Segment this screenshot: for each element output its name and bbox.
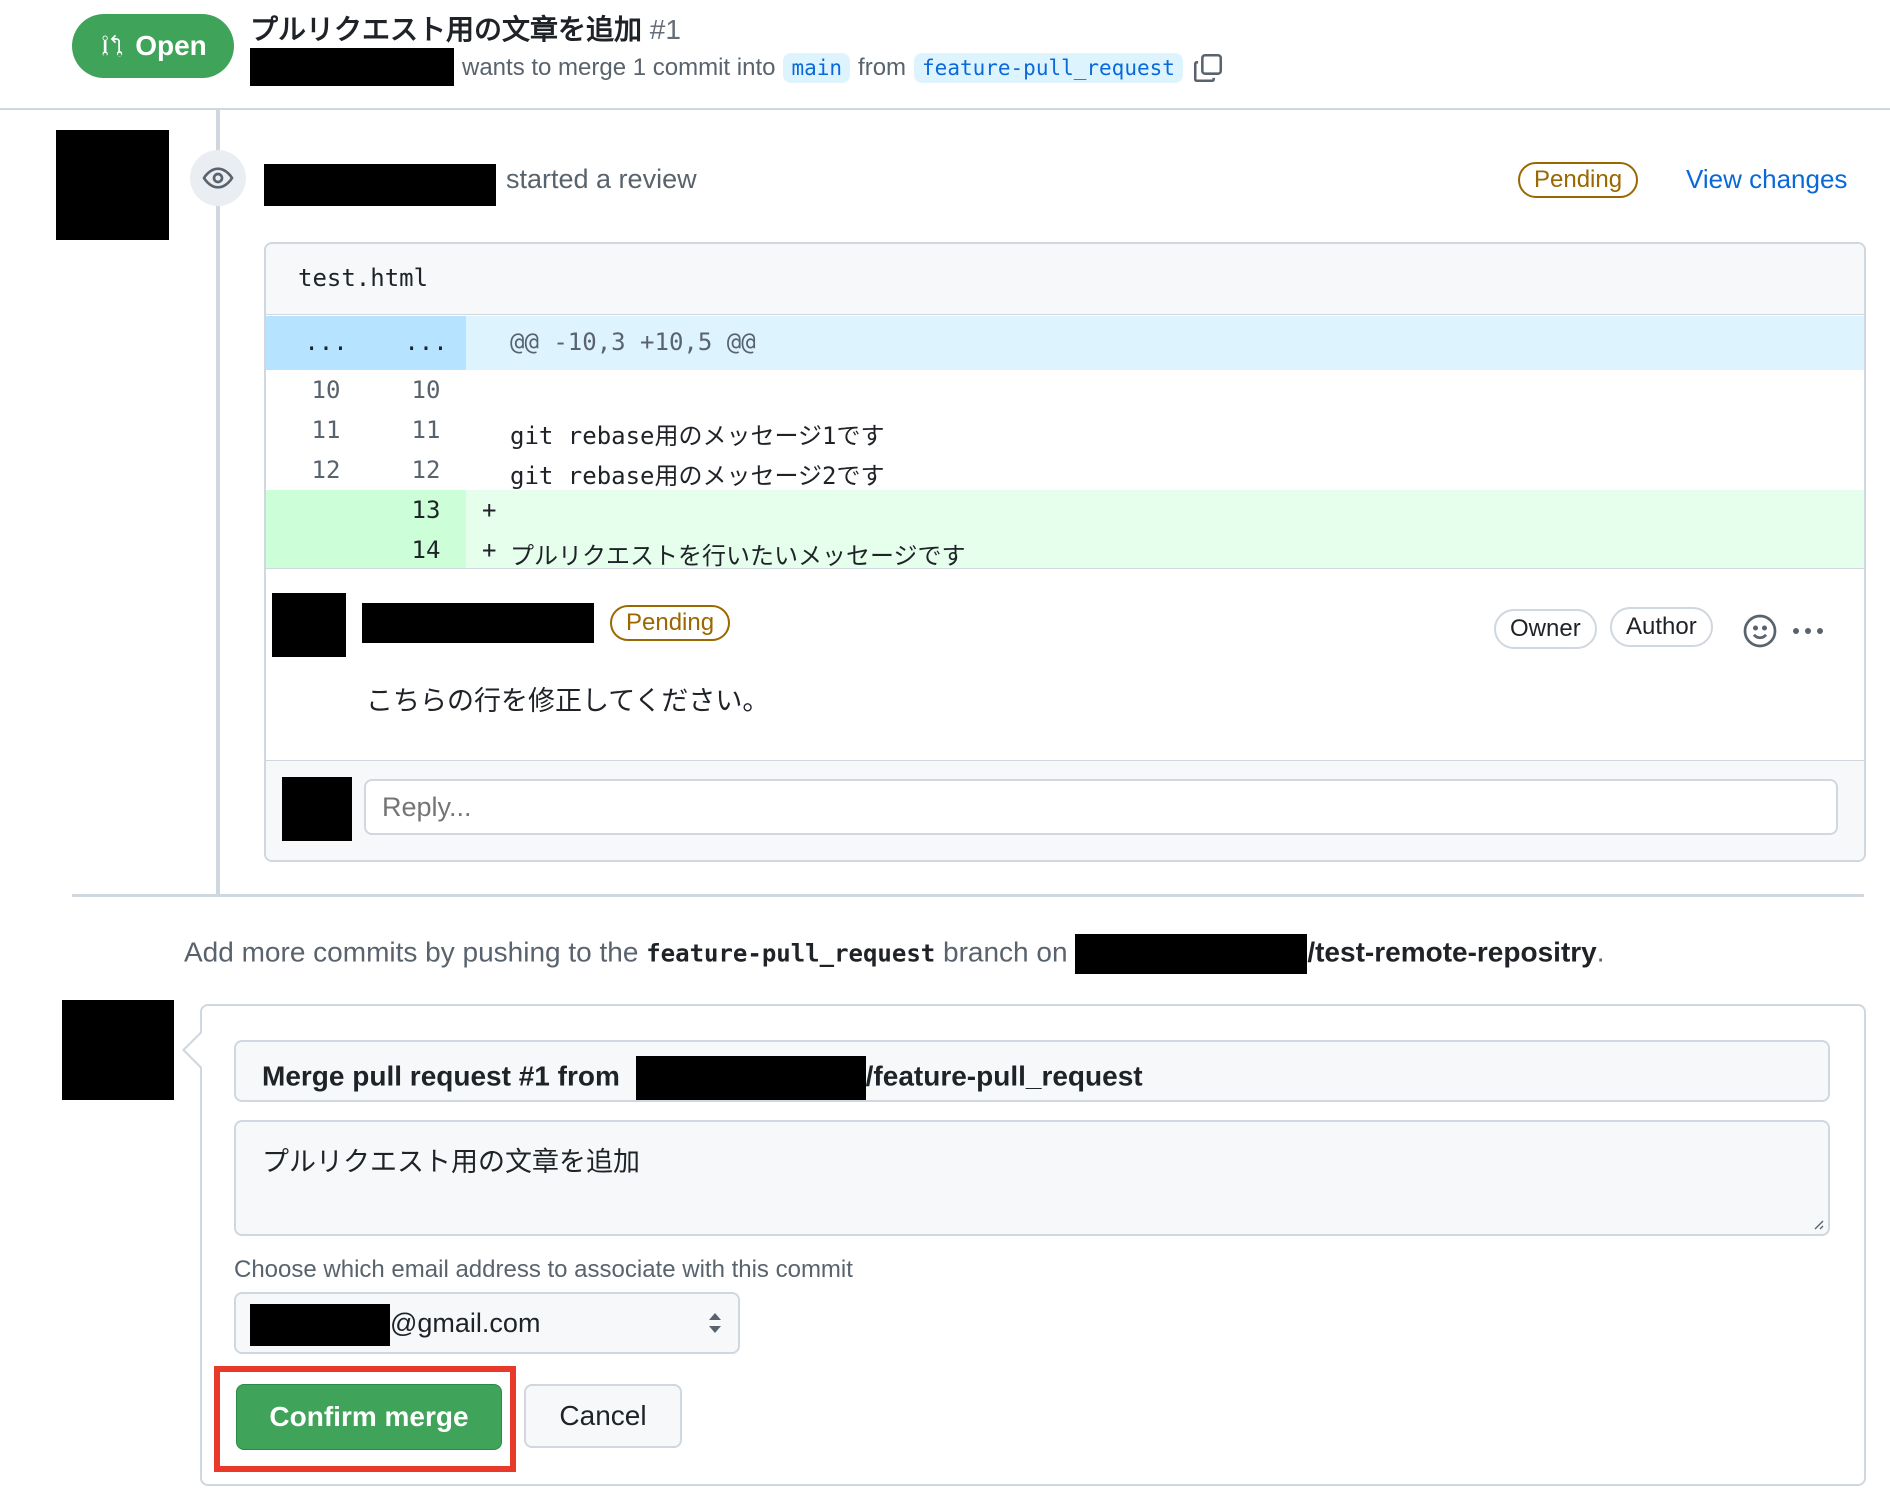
diff-line-added: 14 + プルリクエストを行いたいメッセージです — [266, 530, 1864, 570]
owner-chip: Owner — [1494, 609, 1597, 649]
line-code: プルリクエストを行いたいメッセージです — [510, 542, 966, 570]
new-line-number[interactable]: 11 — [396, 416, 456, 444]
merge-box-caret-inner — [185, 1032, 203, 1068]
merger-avatar[interactable] — [62, 1000, 174, 1100]
kebab-menu-icon[interactable] — [1790, 621, 1830, 641]
hunk-header-text: @@ -10,3 +10,5 @@ — [510, 328, 756, 356]
push-hint-repo[interactable]: /test-remote-repositry — [1307, 936, 1596, 967]
old-line-number[interactable]: 12 — [296, 456, 356, 484]
merge-summary: wants to merge 1 commit into main from f… — [462, 50, 1225, 86]
email-suffix: @gmail.com — [390, 1308, 541, 1338]
redacted-email-user — [250, 1304, 390, 1346]
redacted-commenter-name — [362, 603, 594, 643]
email-select[interactable]: @gmail.com — [234, 1292, 740, 1354]
pr-title-text: プルリクエスト用の文章を追加 — [250, 14, 643, 45]
diff-sign: + — [482, 496, 497, 524]
redacted-title-owner — [635, 1056, 866, 1100]
merge-body-text: プルリクエスト用の文章を追加 — [262, 1147, 640, 1177]
diff-line-added: 13 + — [266, 490, 1864, 530]
header-divider — [0, 108, 1890, 110]
line-code: git rebase用のメッセージ1です — [510, 422, 885, 450]
redacted-reviewer-name — [264, 164, 496, 206]
file-name[interactable]: test.html — [298, 264, 428, 292]
reply-input[interactable] — [364, 779, 1838, 835]
review-comment: Pending Owner Author こちらの行を修正してください。 — [266, 568, 1864, 761]
hunk-expand-left[interactable]: ... — [296, 328, 356, 356]
pr-number: #1 — [649, 14, 681, 45]
diff-sign: + — [482, 536, 497, 564]
comment-body: こちらの行を修正してください。 — [366, 686, 770, 716]
review-action: started a review — [506, 164, 697, 194]
select-updown-icon — [709, 1313, 721, 1333]
push-hint-period: . — [1596, 936, 1605, 968]
cancel-button[interactable]: Cancel — [524, 1384, 682, 1448]
redacted-username — [250, 48, 454, 86]
file-header: test.html — [266, 244, 1864, 315]
push-hint: Add more commits by pushing to the featu… — [184, 934, 1605, 974]
hunk-expand-right[interactable]: ... — [396, 328, 456, 356]
old-line-number[interactable]: 10 — [296, 376, 356, 404]
confirm-merge-button[interactable]: Confirm merge — [236, 1384, 502, 1450]
diff-line: 11 11 git rebase用のメッセージ1です — [266, 410, 1864, 450]
current-user-avatar — [282, 777, 352, 841]
merge-text: wants to merge 1 commit into — [462, 54, 776, 81]
redacted-repo-owner — [1075, 934, 1308, 974]
copy-icon[interactable] — [1191, 51, 1225, 85]
merge-title-input[interactable]: Merge pull request #1 from /feature-pull… — [234, 1040, 1830, 1102]
pull-request-icon — [102, 34, 123, 57]
smiley-icon[interactable] — [1742, 613, 1778, 649]
new-line-number[interactable]: 14 — [396, 536, 456, 564]
eye-icon — [202, 167, 234, 189]
line-code: git rebase用のメッセージ2です — [510, 462, 885, 490]
view-changes-link[interactable]: View changes — [1686, 164, 1847, 195]
push-hint-prefix: Add more commits by pushing to the — [184, 936, 639, 968]
review-event-badge — [190, 150, 246, 206]
author-chip: Author — [1610, 607, 1713, 647]
push-hint-branch: feature-pull_request — [646, 939, 936, 968]
reply-area — [266, 760, 1864, 860]
new-line-number[interactable]: 13 — [396, 496, 456, 524]
status-badge-open: Open — [72, 14, 234, 78]
status-label: Open — [135, 30, 207, 61]
comment-pending-badge: Pending — [610, 605, 731, 641]
commenter-avatar[interactable] — [272, 593, 346, 657]
from-text: from — [858, 54, 907, 81]
email-label: Choose which email address to associate … — [234, 1256, 853, 1283]
merge-body-input[interactable]: プルリクエスト用の文章を追加 — [234, 1120, 1830, 1236]
timeline-line — [216, 110, 220, 896]
new-line-number[interactable]: 10 — [396, 376, 456, 404]
merge-title-suffix: /feature-pull_request — [865, 1060, 1143, 1092]
merge-title-prefix: Merge pull request #1 from — [262, 1060, 620, 1092]
push-hint-middle: branch on — [943, 936, 1068, 968]
head-branch[interactable]: feature-pull_request — [914, 53, 1183, 83]
base-branch[interactable]: main — [783, 53, 851, 83]
resize-grip-icon[interactable] — [1810, 1216, 1824, 1230]
section-divider — [72, 894, 1864, 897]
diff-hunk-header[interactable]: ... ... @@ -10,3 +10,5 @@ — [266, 316, 1864, 370]
diff-line: 12 12 git rebase用のメッセージ2です — [266, 450, 1864, 490]
review-pending-badge: Pending — [1518, 162, 1639, 198]
review-thread: test.html ... ... @@ -10,3 +10,5 @@ 10 1… — [264, 242, 1866, 862]
old-line-number[interactable]: 11 — [296, 416, 356, 444]
diff-line: 10 10 — [266, 370, 1864, 410]
new-line-number[interactable]: 12 — [396, 456, 456, 484]
pr-title: プルリクエスト用の文章を追加 #1 — [250, 8, 681, 48]
reviewer-avatar[interactable] — [56, 130, 169, 240]
